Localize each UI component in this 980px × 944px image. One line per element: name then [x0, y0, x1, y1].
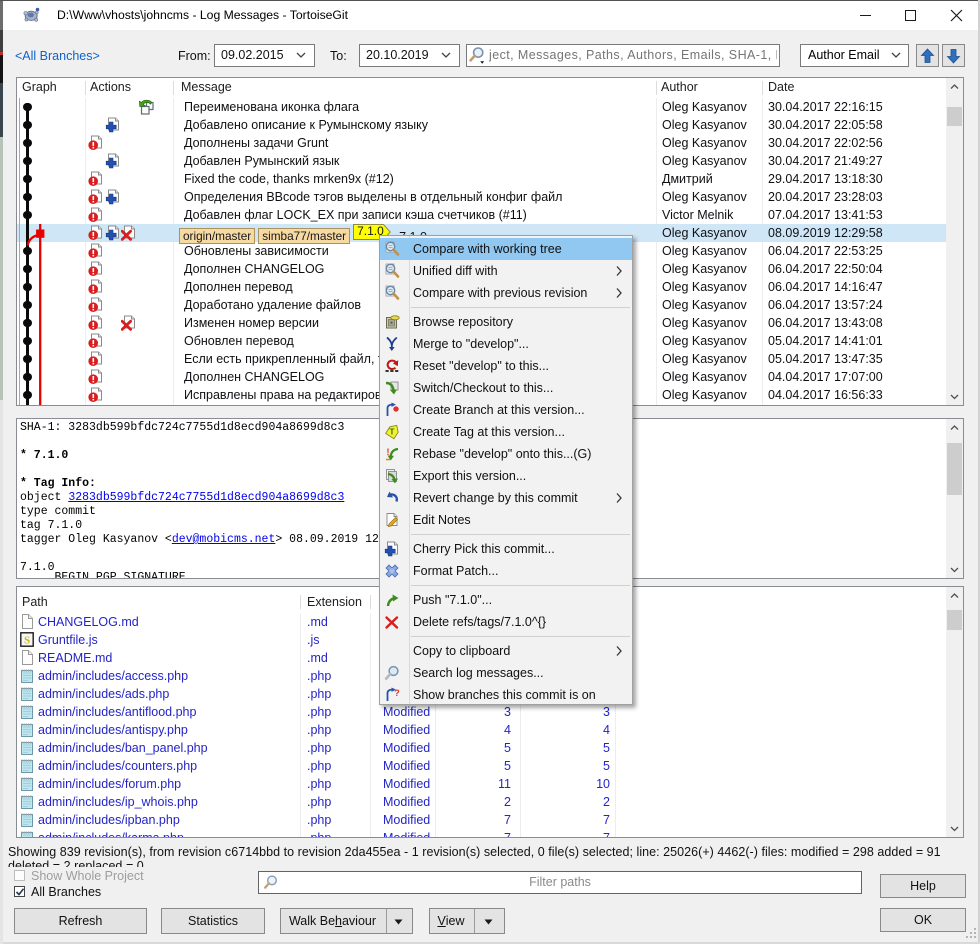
- svg-text:S: S: [24, 635, 30, 647]
- svg-text:!: !: [387, 447, 390, 457]
- svg-text:T: T: [390, 428, 395, 437]
- svg-text:?: ?: [394, 688, 400, 698]
